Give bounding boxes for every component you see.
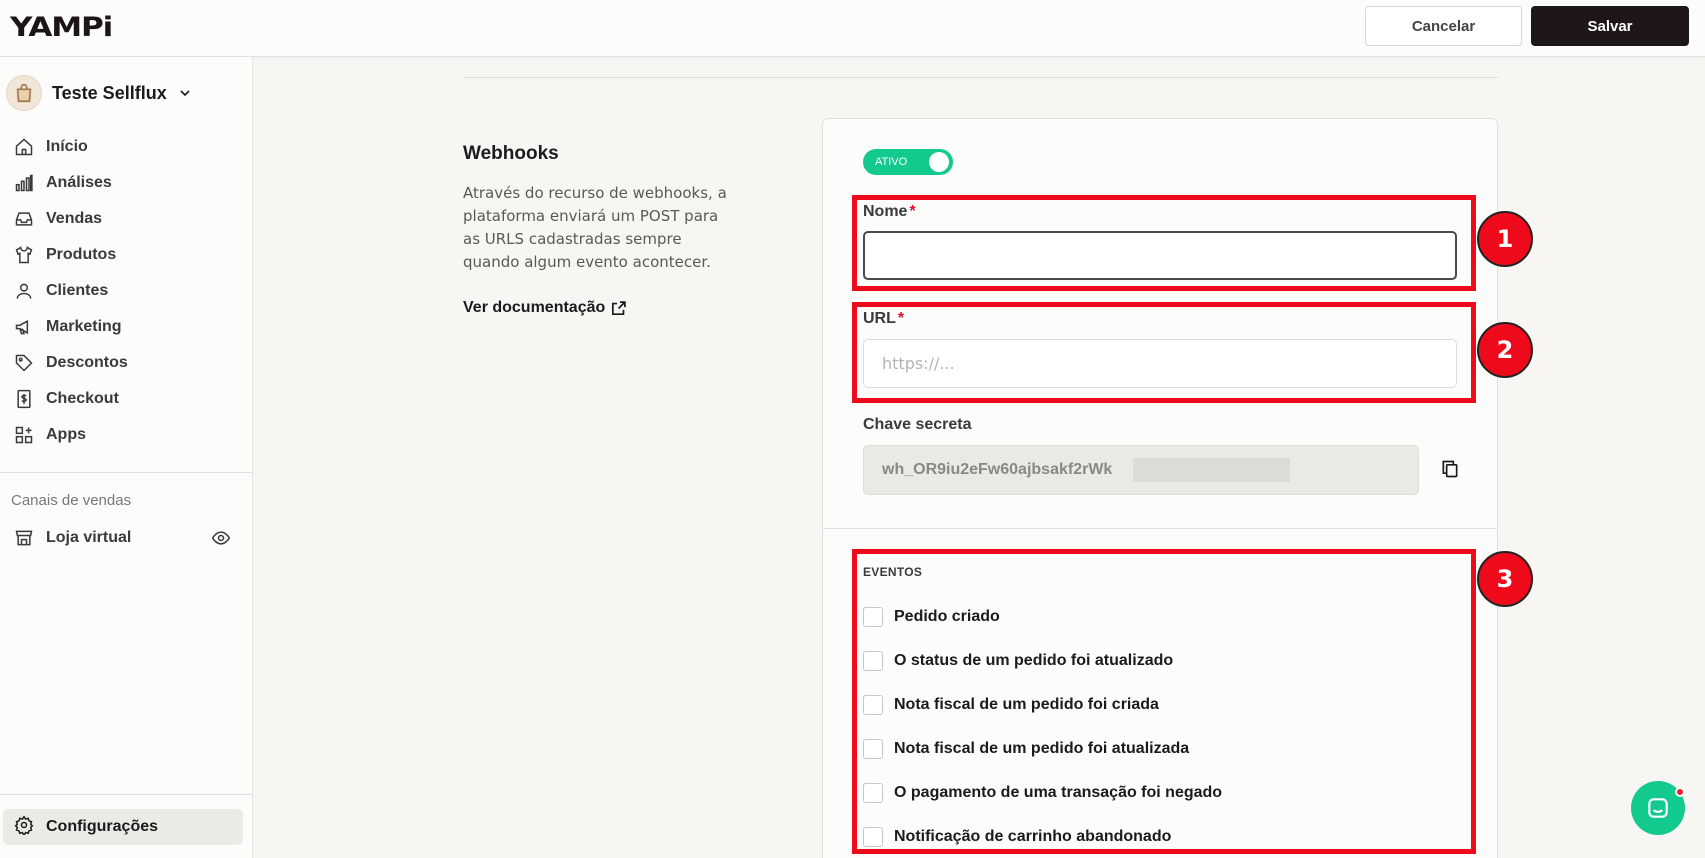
chat-icon [1648,798,1668,818]
section-description: Através do recurso de webhooks, a plataf… [463,184,727,271]
annotation-box-1 [852,195,1476,291]
secret-key-label: Chave secreta [863,416,972,433]
sidebar-item-inicio[interactable]: Início [14,135,88,159]
shirt-icon [14,245,34,265]
sidebar-item-label: Checkout [46,390,119,407]
store-avatar [6,75,42,111]
sidebar-item-configuracoes[interactable]: Configurações [3,809,243,845]
home-icon [14,137,34,157]
save-button[interactable]: Salvar [1531,6,1689,46]
secret-key-value: wh_OR9iu2eFw60ajbsakf2rWk [882,461,1113,478]
top-bar: YAMPi Cancelar Salvar [0,0,1705,57]
sidebar-item-label: Produtos [46,246,117,263]
section-divider [463,77,1498,78]
sidebar-divider [0,472,253,473]
sidebar-item-marketing[interactable]: Marketing [14,315,122,339]
receipt-icon [14,389,34,409]
annotation-badge-2: 2 [1477,322,1533,378]
sidebar-item-loja-virtual[interactable]: Loja virtual [14,526,131,550]
store-selector[interactable]: Teste Sellflux [6,75,193,111]
megaphone-icon [14,317,34,337]
sidebar-item-label: Descontos [46,354,128,371]
yampi-logo[interactable]: YAMPi [10,12,113,43]
shopping-bag-icon [16,83,32,103]
storefront-icon [14,528,34,548]
apps-grid-icon [14,425,34,445]
annotation-badge-3: 3 [1477,551,1533,607]
sidebar-item-label: Loja virtual [46,529,132,546]
annotation-box-2 [852,302,1476,403]
eye-icon[interactable] [210,528,232,552]
card-divider [822,528,1498,529]
sidebar-item-label: Início [46,138,88,155]
sidebar-item-descontos[interactable]: Descontos [14,351,128,375]
toggle-knob [929,152,949,172]
documentation-link[interactable]: Ver documentação [463,299,627,317]
documentation-link-label: Ver documentação [463,299,606,316]
chevron-down-icon[interactable] [177,85,193,101]
gear-icon [14,815,34,839]
sidebar-item-produtos[interactable]: Produtos [14,243,116,267]
sidebar-item-label: Marketing [46,318,122,335]
sidebar-item-clientes[interactable]: Clientes [14,279,108,303]
sidebar-item-checkout[interactable]: Checkout [14,387,119,411]
sidebar-item-vendas[interactable]: Vendas [14,207,102,231]
toggle-label: ATIVO [875,156,908,168]
sidebar-item-analises[interactable]: Análises [14,171,112,195]
sidebar-item-label: Clientes [46,282,109,299]
page-title: Webhooks [463,143,559,164]
store-name: Teste Sellflux [52,82,167,103]
inbox-icon [14,209,34,229]
user-icon [14,281,34,301]
cancel-button[interactable]: Cancelar [1365,6,1522,46]
redacted-area [1133,458,1290,482]
annotation-box-3 [852,549,1476,854]
annotation-badge-1: 1 [1477,211,1533,267]
sidebar-item-apps[interactable]: Apps [14,423,86,447]
sidebar-item-label: Análises [46,174,112,191]
chat-widget-button[interactable] [1631,781,1685,835]
external-link-icon [612,300,627,315]
active-toggle[interactable]: ATIVO [863,149,953,175]
notification-dot [1675,787,1685,797]
copy-icon[interactable] [1440,458,1460,484]
bar-chart-icon [14,173,34,193]
sales-channels-heading: Canais de vendas [11,492,132,509]
sidebar-item-label: Apps [46,426,86,443]
settings-label: Configurações [46,818,159,835]
sidebar-divider [0,794,253,795]
sidebar-item-label: Vendas [46,210,103,227]
tag-icon [14,353,34,373]
